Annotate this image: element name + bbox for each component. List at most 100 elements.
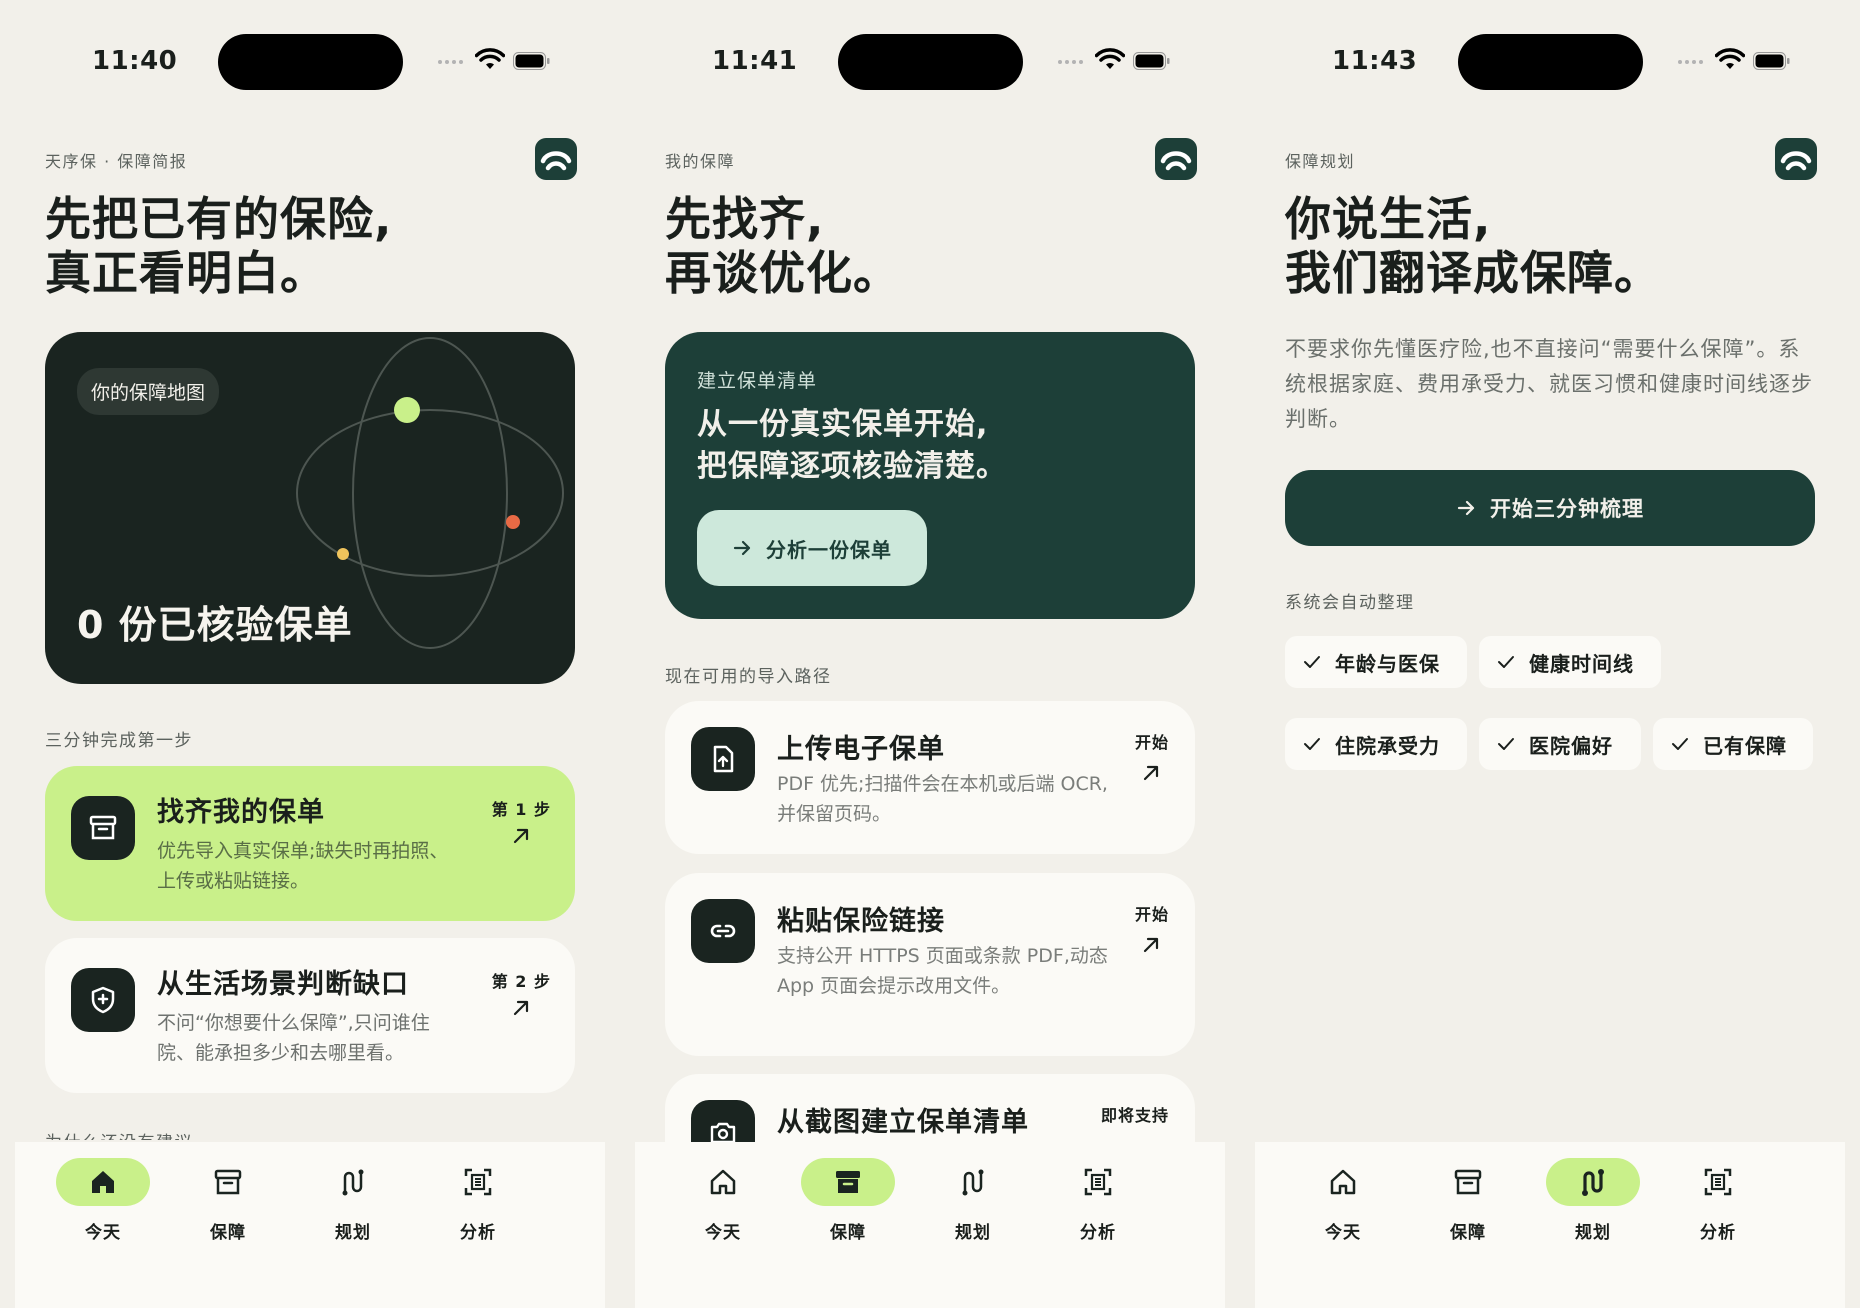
import-badge: 即将支持 [1100,1106,1169,1125]
tab-label: 今天 [705,1223,741,1243]
analyze-policy-label: 分析一份保单 [766,537,892,562]
chip-hospital-affordability: 住院承受力 [1285,718,1467,770]
arrow-right-icon [733,540,751,556]
arrow-up-right-icon [1143,765,1159,781]
tab-label: 分析 [1700,1223,1736,1243]
status-time: 11:41 [712,46,798,76]
chip-health-timeline: 健康时间线 [1479,636,1661,688]
battery-icon [513,52,550,70]
tab-coverage[interactable]: 保障 [778,1158,918,1258]
step-card-find-policies[interactable]: 找齐我的保单 优先导入真实保单;缺失时再拍照、上传或粘贴链接。 第 1 步 [45,766,575,921]
title-line-1: 你说生活, [1285,192,1492,246]
tab-label: 规划 [1575,1223,1611,1243]
home-icon [1330,1169,1356,1195]
chip-age-insurance: 年龄与医保 [1285,636,1467,688]
tab-coverage[interactable]: 保障 [158,1158,298,1258]
battery-icon [1133,52,1170,70]
tab-bar: 今天 保障 规划 分析 [635,1142,1225,1308]
chip-label: 年龄与医保 [1335,651,1440,676]
import-badge: 开始 [1134,733,1169,752]
tab-today[interactable]: 今天 [33,1158,173,1258]
import-title: 粘贴保险链接 [777,906,945,937]
tab-planning[interactable]: 规划 [283,1158,423,1258]
archive-icon [214,1169,242,1195]
card-kicker: 建立保单清单 [697,370,818,392]
title-line-2: 再谈优化。 [665,246,900,300]
screen-today: 11:40 天序保 · 保障简报 先把已有的保险, 真正看明白。 你的保障地图 … [15,0,605,1308]
page-kicker: 我的保障 [665,152,736,171]
arrow-right-icon [1457,500,1475,516]
section-heading: 系统会自动整理 [1285,593,1415,613]
check-icon [1304,656,1320,668]
tab-label: 今天 [85,1223,121,1243]
archive-icon [1454,1169,1482,1195]
import-link-card[interactable]: 粘贴保险链接 支持公开 HTTPS 页面或条款 PDF,动态 App 页面会提示… [665,873,1195,1056]
app-logo-icon[interactable] [535,138,577,180]
tab-analysis[interactable]: 分析 [408,1158,548,1258]
start-planning-button[interactable]: 开始三分钟梳理 [1285,470,1815,546]
signal-icon [438,60,463,64]
route-icon [962,1169,984,1196]
title-line-2: 真正看明白。 [45,246,327,300]
import-title: 上传电子保单 [777,734,945,765]
home-icon [92,1171,114,1193]
screen-planning: 11:43 保障规划 你说生活, 我们翻译成保障。 不要求你先懂医疗险,也不直接… [1255,0,1845,1308]
tab-bar: 今天 保障 规划 分析 [15,1142,605,1308]
check-icon [1498,738,1514,750]
status-time: 11:43 [1332,46,1418,76]
coverage-map-badge: 你的保障地图 [77,368,220,415]
tab-coverage[interactable]: 保障 [1398,1158,1538,1258]
import-upload-card[interactable]: 上传电子保单 PDF 优先;扫描件会在本机或后端 OCR,并保留页码。 开始 [665,701,1195,854]
route-icon [342,1169,364,1196]
tab-today[interactable]: 今天 [653,1158,793,1258]
tab-label: 保障 [1450,1223,1486,1243]
scan-icon [1704,1168,1732,1196]
tab-label: 保障 [830,1223,866,1243]
verified-policy-count: 0 份已核验保单 [77,603,353,647]
analyze-policy-button[interactable]: 分析一份保单 [697,510,927,586]
faded-section-heading: 为什么还没有建议 [45,1128,193,1140]
page-kicker: 保障规划 [1285,152,1356,171]
battery-icon [1753,52,1790,70]
section-heading: 三分钟完成第一步 [45,731,193,751]
app-logo-icon[interactable] [1775,138,1817,180]
page-title: 你说生活, 我们翻译成保障。 [1285,192,1661,300]
tab-label: 分析 [1080,1223,1116,1243]
status-bar: 11:43 [1255,34,1845,90]
app-logo-icon[interactable] [1155,138,1197,180]
tab-planning[interactable]: 规划 [1523,1158,1663,1258]
status-time: 11:40 [92,46,178,76]
signal-icon [1058,60,1083,64]
wifi-icon [1715,48,1745,69]
start-planning-label: 开始三分钟梳理 [1490,497,1644,521]
tab-planning[interactable]: 规划 [903,1158,1043,1258]
tab-label: 今天 [1325,1223,1361,1243]
tab-label: 分析 [460,1223,496,1243]
import-title: 从截图建立保单清单 [777,1107,1029,1138]
tab-analysis[interactable]: 分析 [1648,1158,1788,1258]
arrow-up-right-icon [513,1000,529,1016]
tab-label: 保障 [210,1223,246,1243]
title-line-1: 先找齐, [665,192,825,246]
route-icon [1582,1169,1604,1196]
tab-label: 规划 [955,1223,991,1243]
chip-label: 已有保障 [1703,733,1787,758]
signal-icon [1678,60,1703,64]
title-line-2: 我们翻译成保障。 [1285,246,1661,300]
card-title-line-1: 从一份真实保单开始, [697,407,989,442]
check-icon [1304,738,1320,750]
link-icon [691,899,755,963]
card-title-line-2: 把保障逐项核验清楚。 [697,449,1007,484]
policy-list-card: 建立保单清单 从一份真实保单开始, 把保障逐项核验清楚。 分析一份保单 [665,332,1195,619]
tab-today[interactable]: 今天 [1273,1158,1413,1258]
file-upload-icon [691,727,755,791]
status-bar: 11:40 [15,34,605,90]
tab-analysis[interactable]: 分析 [1028,1158,1168,1258]
planning-description: 不要求你先懂医疗险,也不直接问“需要什么保障”。系统根据家庭、费用承受力、就医习… [1285,337,1813,431]
coverage-map-card[interactable]: 你的保障地图 0 份已核验保单 [45,332,575,684]
page-title: 先找齐, 再谈优化。 [665,192,900,300]
step-card-life-gaps[interactable]: 从生活场景判断缺口 不问“你想要什么保障”,只问谁住院、能承担多少和去哪里看。 … [45,938,575,1093]
step-badge: 第 1 步 [491,800,551,819]
arrow-up-right-icon [513,828,529,844]
archive-icon [836,1171,860,1193]
